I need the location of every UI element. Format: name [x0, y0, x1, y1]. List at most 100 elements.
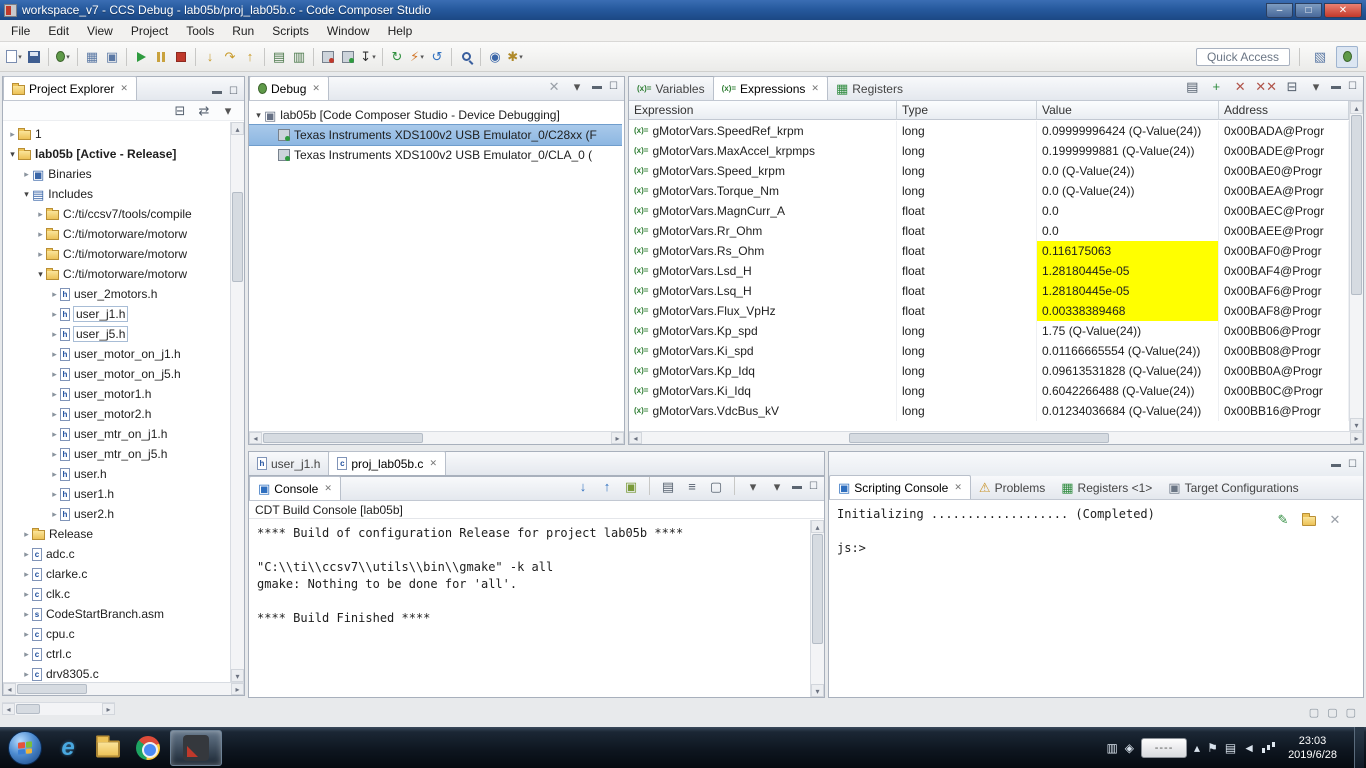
- expand-icon[interactable]: ▸: [49, 509, 60, 520]
- expand-icon[interactable]: ▸: [49, 389, 60, 400]
- new-wizard-button[interactable]: ✱ ▾: [505, 46, 525, 68]
- maximize-view-button[interactable]: ☐: [607, 81, 620, 92]
- scroll-right-icon[interactable]: ▸: [102, 703, 115, 715]
- expression-row-gmotorvars-magncurr-a[interactable]: (x)= gMotorVars.MagnCurr_A float 0.0 0x00BAE…: [629, 201, 1349, 221]
- expand-icon[interactable]: ▸: [49, 469, 60, 480]
- scroll-left-icon[interactable]: ◂: [629, 432, 642, 444]
- collapse-icon[interactable]: ▾: [253, 110, 264, 121]
- view-menu-button[interactable]: ▾: [567, 75, 587, 97]
- expand-icon[interactable]: ▸: [49, 489, 60, 500]
- scroll-to-previous-button[interactable]: ↑: [597, 475, 617, 497]
- tab-close-icon[interactable]: ✕: [954, 482, 962, 493]
- tab-close-icon[interactable]: ✕: [120, 83, 128, 94]
- open-command-file-button[interactable]: [1299, 508, 1319, 530]
- taskbar-file-explorer[interactable]: [88, 730, 128, 766]
- minimize-view-button[interactable]: ▬: [210, 86, 224, 97]
- tab-close-icon[interactable]: ✕: [312, 83, 320, 94]
- project-item-clarke-c[interactable]: ▸ c clarke.c: [3, 564, 230, 584]
- taskbar-clock[interactable]: 23:03 2019/6/28: [1282, 734, 1343, 762]
- minimize-view-button[interactable]: ▬: [790, 481, 804, 492]
- tab-scripting-console[interactable]: ▣ Scripting Console ✕: [829, 475, 971, 499]
- tab-expressions[interactable]: (x)= Expressions ✕: [712, 76, 828, 100]
- menu-view[interactable]: View: [78, 22, 122, 40]
- expand-icon[interactable]: ▸: [21, 529, 32, 540]
- expand-icon[interactable]: ▸: [21, 549, 32, 560]
- column-header-address[interactable]: Address: [1219, 101, 1349, 120]
- quick-access[interactable]: Quick Access: [1195, 47, 1290, 66]
- project-item-user-motor1-h[interactable]: ▸ h user_motor1.h: [3, 384, 230, 404]
- project-item-cpu-c[interactable]: ▸ c cpu.c: [3, 624, 230, 644]
- scroll-right-icon[interactable]: ▸: [611, 432, 624, 444]
- minimize-view-button[interactable]: ▬: [1329, 459, 1343, 470]
- breakpoints-button[interactable]: ◉: [485, 46, 505, 68]
- tab-user-j1-h[interactable]: h user_j1.h: [249, 452, 328, 475]
- tab-close-icon[interactable]: ✕: [324, 483, 332, 494]
- expand-icon[interactable]: ▸: [21, 589, 32, 600]
- expression-row-gmotorvars-lsd-h[interactable]: (x)= gMotorVars.Lsd_H float 1.28180445e-05 0…: [629, 261, 1349, 281]
- link-with-editor-button[interactable]: ⇄: [194, 100, 214, 122]
- debug-item-texas-instruments-xds100v2-usb-emulator-[interactable]: Texas Instruments XDS100v2 USB Emulator_…: [249, 124, 622, 146]
- expression-row-gmotorvars-flux-vphz[interactable]: (x)= gMotorVars.Flux_VpHz float 0.003383894…: [629, 301, 1349, 321]
- restart-button[interactable]: ↺: [427, 46, 447, 68]
- maximize-view-button[interactable]: ☐: [227, 86, 240, 97]
- taskbar-internet-explorer[interactable]: e: [48, 730, 88, 766]
- expression-row-gmotorvars-speed-krpm[interactable]: (x)= gMotorVars.Speed_krpm long 0.0 (Q-Valu…: [629, 161, 1349, 181]
- open-console-button[interactable]: ▾: [767, 475, 787, 497]
- project-item-clk-c[interactable]: ▸ c clk.c: [3, 584, 230, 604]
- maximize-view-button[interactable]: ☐: [1346, 459, 1359, 470]
- expand-icon[interactable]: ▸: [49, 429, 60, 440]
- project-item-release[interactable]: ▸ Release: [3, 524, 230, 544]
- menu-tools[interactable]: Tools: [177, 22, 223, 40]
- project-explorer-hscrollbar[interactable]: ◂ ▸: [3, 682, 244, 695]
- expand-icon[interactable]: ▸: [21, 629, 32, 640]
- restore-view-icon[interactable]: ▢: [1346, 706, 1356, 719]
- scroll-right-icon[interactable]: ▸: [1350, 432, 1363, 444]
- debug-button[interactable]: ▾: [53, 46, 73, 68]
- tab-proj-lab05b-c[interactable]: c proj_lab05b.c ✕: [328, 451, 446, 475]
- expression-row-gmotorvars-kp-idq[interactable]: (x)= gMotorVars.Kp_Idq long 0.09613531828 (…: [629, 361, 1349, 381]
- minimize-view-button[interactable]: ▬: [1329, 81, 1343, 92]
- scroll-up-icon[interactable]: ▴: [811, 520, 824, 533]
- resume-button[interactable]: [131, 46, 151, 68]
- expand-icon[interactable]: ▸: [7, 129, 18, 140]
- new-file-button[interactable]: ▾: [4, 46, 24, 68]
- save-button[interactable]: [24, 46, 44, 68]
- tab-project-explorer[interactable]: Project Explorer ✕: [3, 76, 137, 100]
- collapse-icon[interactable]: ▾: [7, 149, 18, 160]
- memory-view-button[interactable]: ▥: [289, 46, 309, 68]
- load-program-button[interactable]: ↧ ▾: [358, 46, 378, 68]
- connect-target-button[interactable]: [318, 46, 338, 68]
- project-item-user-j1-h[interactable]: ▸ h user_j1.h: [3, 304, 230, 324]
- project-item-user-j5-h[interactable]: ▸ h user_j5.h: [3, 324, 230, 344]
- search-button[interactable]: [456, 46, 476, 68]
- start-button[interactable]: [8, 730, 42, 765]
- tab-close-icon[interactable]: ✕: [811, 83, 819, 94]
- project-item-user2-h[interactable]: ▸ h user2.h: [3, 504, 230, 524]
- debug-item-lab05b-code-composer-studio-device-debug[interactable]: ▾ ▣ lab05b [Code Composer Studio - Device …: [249, 105, 622, 125]
- window-titlebar[interactable]: workspace_v7 - CCS Debug - lab05b/proj_l…: [0, 0, 1366, 20]
- maximize-view-button[interactable]: ☐: [807, 481, 820, 492]
- expand-icon[interactable]: ▸: [35, 229, 46, 240]
- collapse-icon[interactable]: ▾: [35, 269, 46, 280]
- terminate-button[interactable]: [171, 46, 191, 68]
- scroll-down-icon[interactable]: ▾: [811, 684, 824, 697]
- project-item-c-ti-motorware-motorw[interactable]: ▸ C:/ti/motorware/motorw: [3, 224, 230, 244]
- project-item-codestartbranch-asm[interactable]: ▸ s CodeStartBranch.asm: [3, 604, 230, 624]
- restore-window-button[interactable]: □: [1295, 2, 1322, 18]
- pin-console-button[interactable]: ▤: [658, 475, 678, 497]
- taskbar-ccs-active[interactable]: [170, 729, 222, 766]
- expand-icon[interactable]: ▸: [21, 169, 32, 180]
- expression-row-gmotorvars-rs-ohm[interactable]: (x)= gMotorVars.Rs_Ohm float 0.116175063 0x0…: [629, 241, 1349, 261]
- expression-row-gmotorvars-ki-idq[interactable]: (x)= gMotorVars.Ki_Idq long 0.6042266488 (Q…: [629, 381, 1349, 401]
- debug-hscrollbar[interactable]: ◂ ▸: [249, 431, 624, 444]
- tab-target-configurations[interactable]: ▣ Target Configurations: [1160, 476, 1306, 499]
- disconnect-target-button[interactable]: [338, 46, 358, 68]
- minimize-window-button[interactable]: –: [1266, 2, 1293, 18]
- edit-perspective-button[interactable]: ▧: [1309, 46, 1331, 68]
- scroll-up-icon[interactable]: ▴: [1350, 101, 1363, 114]
- menu-file[interactable]: File: [2, 22, 39, 40]
- expression-row-gmotorvars-speedref-krpm[interactable]: (x)= gMotorVars.SpeedRef_krpm long 0.099999…: [629, 121, 1349, 141]
- project-item-user-motor2-h[interactable]: ▸ h user_motor2.h: [3, 404, 230, 424]
- step-into-button[interactable]: ↓: [200, 46, 220, 68]
- menu-window[interactable]: Window: [318, 22, 379, 40]
